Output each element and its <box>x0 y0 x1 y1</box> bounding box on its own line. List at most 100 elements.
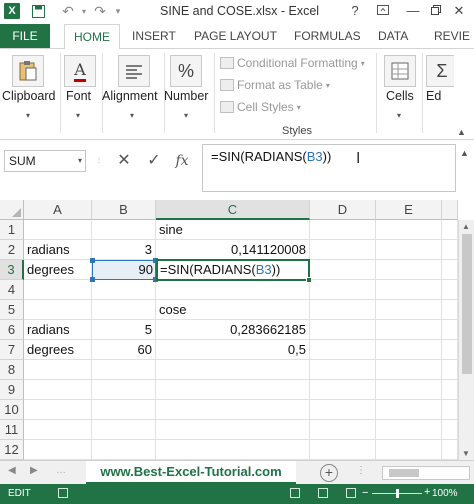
font-group[interactable]: A Font ▾ <box>62 49 102 139</box>
cell-c5[interactable]: cose <box>156 300 310 320</box>
grid-cell[interactable] <box>376 420 442 440</box>
format-as-table-button[interactable]: Format as Table ▾ <box>220 75 330 95</box>
grid-cell[interactable] <box>442 360 458 380</box>
number-group[interactable]: % Number ▾ <box>164 49 212 139</box>
cancel-icon[interactable]: ✕ <box>114 150 134 172</box>
grid-cell[interactable] <box>376 360 442 380</box>
restore-button[interactable] <box>428 2 444 20</box>
normal-view-icon[interactable] <box>290 488 300 498</box>
grid-cell[interactable] <box>310 440 376 460</box>
grid-cell[interactable] <box>442 420 458 440</box>
column-header-b[interactable]: B <box>92 200 156 220</box>
page-break-preview-icon[interactable] <box>346 488 356 498</box>
select-all-button[interactable] <box>0 200 24 220</box>
grid-cell[interactable] <box>24 420 92 440</box>
undo-icon[interactable]: ↶ <box>60 3 76 19</box>
grid-cell[interactable] <box>92 420 156 440</box>
grid-cell[interactable] <box>156 420 310 440</box>
row-header-4[interactable]: 4 <box>0 280 24 300</box>
grid-cell[interactable] <box>310 380 376 400</box>
enter-icon[interactable]: ✓ <box>144 150 164 172</box>
cell-a2[interactable]: radians <box>24 240 92 260</box>
save-icon[interactable] <box>30 3 46 19</box>
cell-a3[interactable]: degrees <box>24 260 92 280</box>
alignment-group[interactable]: Alignment ▾ <box>102 49 164 139</box>
customize-quick-access-icon[interactable]: ▾ <box>110 3 126 19</box>
clipboard-group[interactable]: Clipboard ▾ <box>0 49 60 139</box>
macro-recording-icon[interactable] <box>58 488 68 498</box>
grid-cell[interactable] <box>310 360 376 380</box>
new-sheet-icon[interactable]: + <box>320 464 338 482</box>
cell-c7[interactable]: 0,5 <box>156 340 310 360</box>
grid-cell[interactable] <box>442 340 458 360</box>
grid-cell[interactable] <box>442 280 458 300</box>
grid-cell[interactable] <box>442 220 458 240</box>
grid-cell[interactable] <box>156 280 310 300</box>
cell-b6[interactable]: 5 <box>92 320 156 340</box>
cell-c2[interactable]: 0,141120008 <box>156 240 310 260</box>
grid-cell[interactable] <box>442 300 458 320</box>
ribbon-display-options-icon[interactable] <box>372 2 394 20</box>
row-header-3[interactable]: 3 <box>0 260 24 280</box>
grid-cell[interactable] <box>310 220 376 240</box>
active-cell-c3[interactable]: =SIN(RADIANS(B3)) <box>156 259 310 281</box>
grid-cell[interactable] <box>376 320 442 340</box>
insert-function-icon[interactable]: fx <box>172 150 192 172</box>
grid-cell[interactable] <box>24 220 92 240</box>
grid-cell[interactable] <box>376 220 442 240</box>
row-header-11[interactable]: 11 <box>0 420 24 440</box>
column-header-f[interactable] <box>442 200 458 220</box>
column-header-c[interactable]: C <box>156 200 310 220</box>
sheet-more-icon[interactable]: … <box>56 465 66 476</box>
cell-b2[interactable]: 3 <box>92 240 156 260</box>
row-header-6[interactable]: 6 <box>0 320 24 340</box>
column-header-d[interactable]: D <box>310 200 376 220</box>
tab-home[interactable]: HOME <box>64 24 120 49</box>
cell-b7[interactable]: 60 <box>92 340 156 360</box>
row-header-7[interactable]: 7 <box>0 340 24 360</box>
row-header-8[interactable]: 8 <box>0 360 24 380</box>
zoom-in-icon[interactable]: + <box>424 486 430 498</box>
grid-cell[interactable] <box>442 440 458 460</box>
redo-icon[interactable]: ↷ <box>92 3 108 19</box>
row-header-1[interactable]: 1 <box>0 220 24 240</box>
row-header-5[interactable]: 5 <box>0 300 24 320</box>
formula-input[interactable]: =SIN(RADIANS(B3)) <box>202 144 456 192</box>
vertical-scroll-thumb[interactable] <box>462 234 472 374</box>
name-box-dropdown-icon[interactable]: ▾ <box>78 151 82 171</box>
grid-cell[interactable] <box>310 340 376 360</box>
row-header-9[interactable]: 9 <box>0 380 24 400</box>
grid-cell[interactable] <box>156 380 310 400</box>
tab-split-icon[interactable]: ⋮ <box>356 465 366 476</box>
grid-cell[interactable] <box>92 300 156 320</box>
cell-b3[interactable]: 90 <box>92 260 156 280</box>
collapse-ribbon-icon[interactable]: ▲ <box>457 127 466 137</box>
cell-c6[interactable]: 0,283662185 <box>156 320 310 340</box>
minimize-button[interactable]: — <box>402 2 424 20</box>
editing-group[interactable]: Σ Ed <box>424 49 454 139</box>
close-button[interactable]: ✕ <box>448 2 470 20</box>
worksheet-grid[interactable]: A B C D E 1 2 3 4 5 6 7 8 9 10 11 12 sin… <box>0 200 474 460</box>
grid-cell[interactable] <box>442 320 458 340</box>
grid-cell[interactable] <box>24 360 92 380</box>
grid-cell[interactable] <box>376 240 442 260</box>
grid-cell[interactable] <box>376 340 442 360</box>
tab-insert[interactable]: INSERT <box>126 24 182 48</box>
previous-sheet-icon[interactable]: ◀ <box>8 465 16 476</box>
tab-review[interactable]: REVIE <box>428 24 474 48</box>
cell-styles-button[interactable]: Cell Styles ▾ <box>220 97 301 117</box>
grid-cell[interactable] <box>376 400 442 420</box>
conditional-formatting-button[interactable]: Conditional Formatting ▾ <box>220 53 365 73</box>
grid-cell[interactable] <box>24 300 92 320</box>
help-button[interactable]: ? <box>344 2 366 20</box>
grid-cell[interactable] <box>310 300 376 320</box>
column-header-e[interactable]: E <box>376 200 442 220</box>
name-box[interactable]: SUM ▾ <box>4 150 86 172</box>
grid-cell[interactable] <box>156 400 310 420</box>
zoom-out-icon[interactable]: − <box>362 487 368 499</box>
undo-dropdown-icon[interactable]: ▾ <box>76 3 92 19</box>
grid-cell[interactable] <box>310 280 376 300</box>
zoom-level[interactable]: 100% <box>432 488 458 499</box>
row-header-2[interactable]: 2 <box>0 240 24 260</box>
tab-formulas[interactable]: FORMULAS <box>288 24 367 48</box>
